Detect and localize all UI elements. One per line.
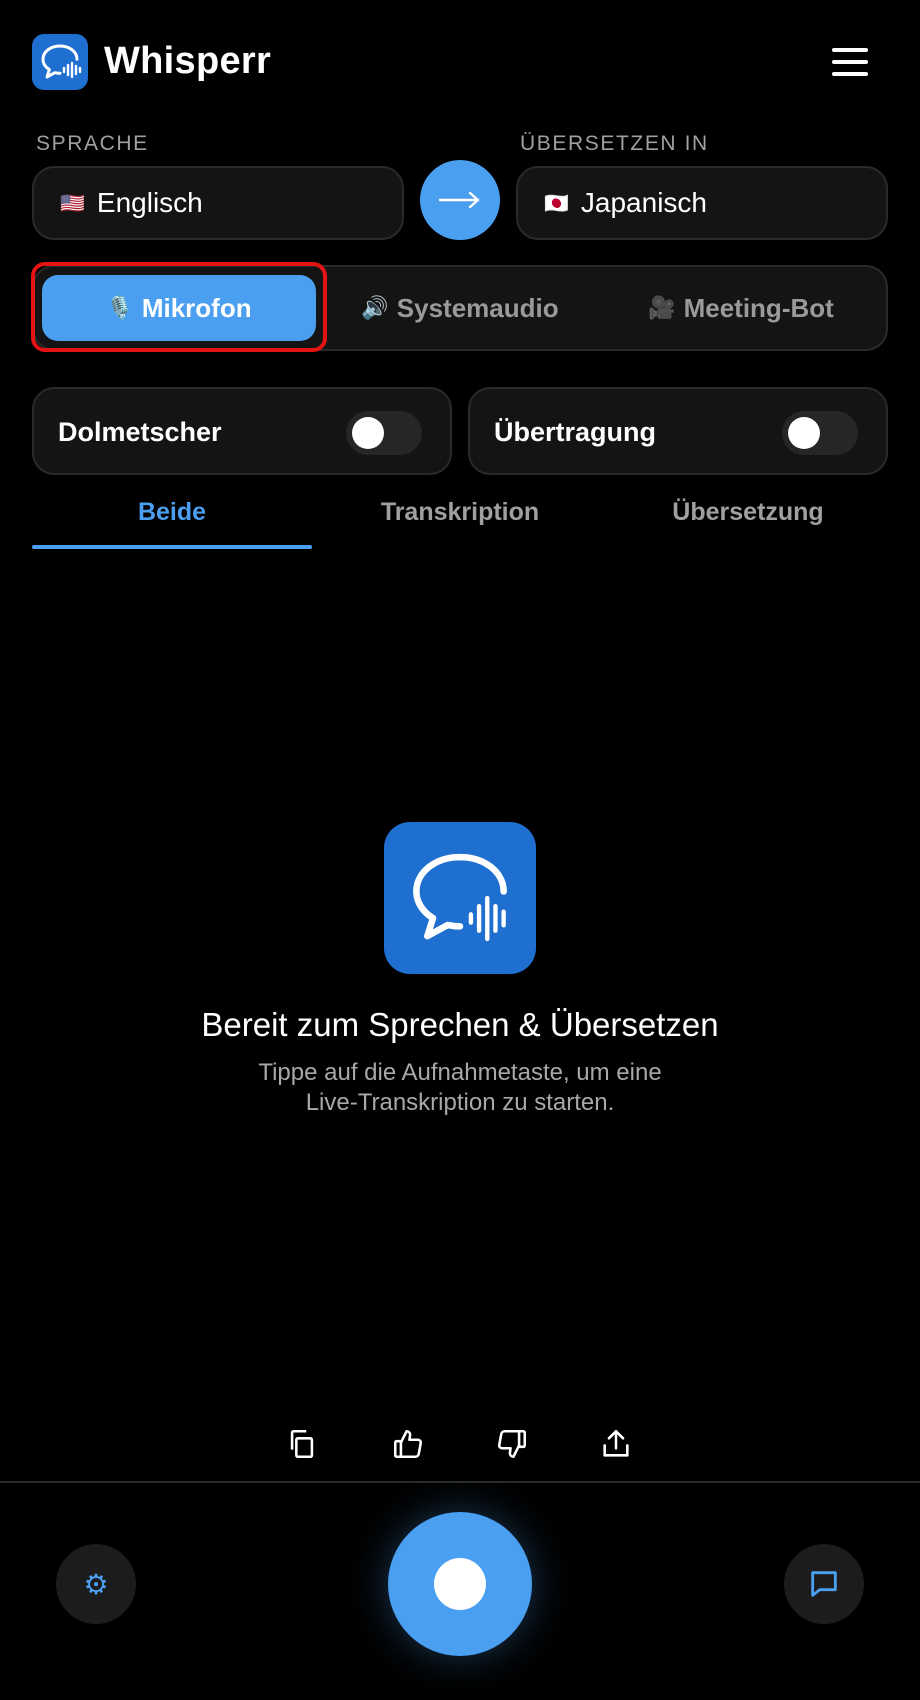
source-language-select[interactable]: 🇺🇸 Englisch <box>32 166 404 240</box>
tab-transcription[interactable]: Transkription <box>320 498 600 550</box>
source-meeting-bot-button[interactable]: 🎥 Meeting-Bot <box>604 275 878 341</box>
interpreter-toggle-card: Dolmetscher <box>32 387 452 475</box>
chat-bubble-icon <box>811 1571 837 1597</box>
broadcast-toggle-card: Übertragung <box>468 387 888 475</box>
copy-icon <box>290 1429 314 1459</box>
speech-bubble-waveform-icon <box>41 44 82 79</box>
thumbs-down-icon <box>497 1429 527 1459</box>
target-language-value: Japanisch <box>580 187 707 218</box>
thumbs-up-icon <box>393 1429 423 1459</box>
swap-languages-button[interactable] <box>420 160 500 240</box>
source-meeting-bot-label: Meeting-Bot <box>683 292 834 323</box>
active-tab-indicator <box>32 545 312 549</box>
empty-state-subtitle-line2: Live-Transkription zu starten. <box>305 1089 615 1116</box>
speaker-icon: 🔊 <box>361 295 389 320</box>
hamburger-menu-icon[interactable] <box>830 44 870 80</box>
speech-bubble-waveform-icon <box>413 853 507 942</box>
app-logo <box>32 34 88 90</box>
microphone-icon: 🎙️ <box>106 295 134 320</box>
interpreter-toggle-switch[interactable] <box>346 411 422 455</box>
target-language-label: ÜBERSETZEN IN <box>520 132 709 155</box>
empty-state-subtitle-line1: Tippe auf die Aufnahmetaste, um eine <box>258 1059 662 1086</box>
jp-flag-icon: 🇯🇵 <box>544 192 569 215</box>
source-microphone-label: Mikrofon <box>141 292 252 323</box>
thumbs-down-button[interactable] <box>490 1422 534 1466</box>
copy-button[interactable] <box>280 1422 324 1466</box>
chat-button[interactable] <box>784 1544 864 1624</box>
tab-both[interactable]: Beide <box>32 498 312 550</box>
source-microphone-button[interactable]: 🎙️ Mikrofon <box>42 275 316 341</box>
empty-state-title: Bereit zum Sprechen & Übersetzen <box>201 1006 719 1043</box>
thumbs-up-button[interactable] <box>386 1422 430 1466</box>
target-language-select[interactable]: 🇯🇵 Japanisch <box>516 166 888 240</box>
empty-state-logo <box>384 822 536 974</box>
tab-translation[interactable]: Übersetzung <box>608 498 888 550</box>
us-flag-icon: 🇺🇸 <box>60 192 85 215</box>
bottom-divider <box>0 1481 920 1483</box>
gear-icon: ⚙ <box>83 1568 109 1600</box>
interpreter-toggle-label: Dolmetscher <box>58 417 222 447</box>
app-title: Whisperr <box>104 40 272 82</box>
source-language-value: Englisch <box>96 187 203 218</box>
source-system-audio-label: Systemaudio <box>396 292 559 323</box>
share-button[interactable] <box>594 1422 638 1466</box>
record-button[interactable] <box>388 1512 532 1656</box>
arrow-right-icon <box>438 191 480 209</box>
settings-button[interactable]: ⚙ <box>56 1544 136 1624</box>
broadcast-toggle-label: Übertragung <box>494 417 656 447</box>
video-camera-icon: 🎥 <box>648 295 676 320</box>
app-header: Whisperr <box>0 0 920 120</box>
share-icon <box>603 1429 629 1457</box>
record-icon <box>434 1558 486 1610</box>
broadcast-toggle-switch[interactable] <box>782 411 858 455</box>
source-language-label: SPRACHE <box>36 132 149 155</box>
source-system-audio-button[interactable]: 🔊 Systemaudio <box>324 275 596 341</box>
audio-source-selector: 🎙️ Mikrofon 🔊 Systemaudio 🎥 Meeting-Bot <box>32 265 888 351</box>
empty-state-subtitle: Tippe auf die Aufnahmetaste, um eine Liv… <box>200 1058 720 1118</box>
